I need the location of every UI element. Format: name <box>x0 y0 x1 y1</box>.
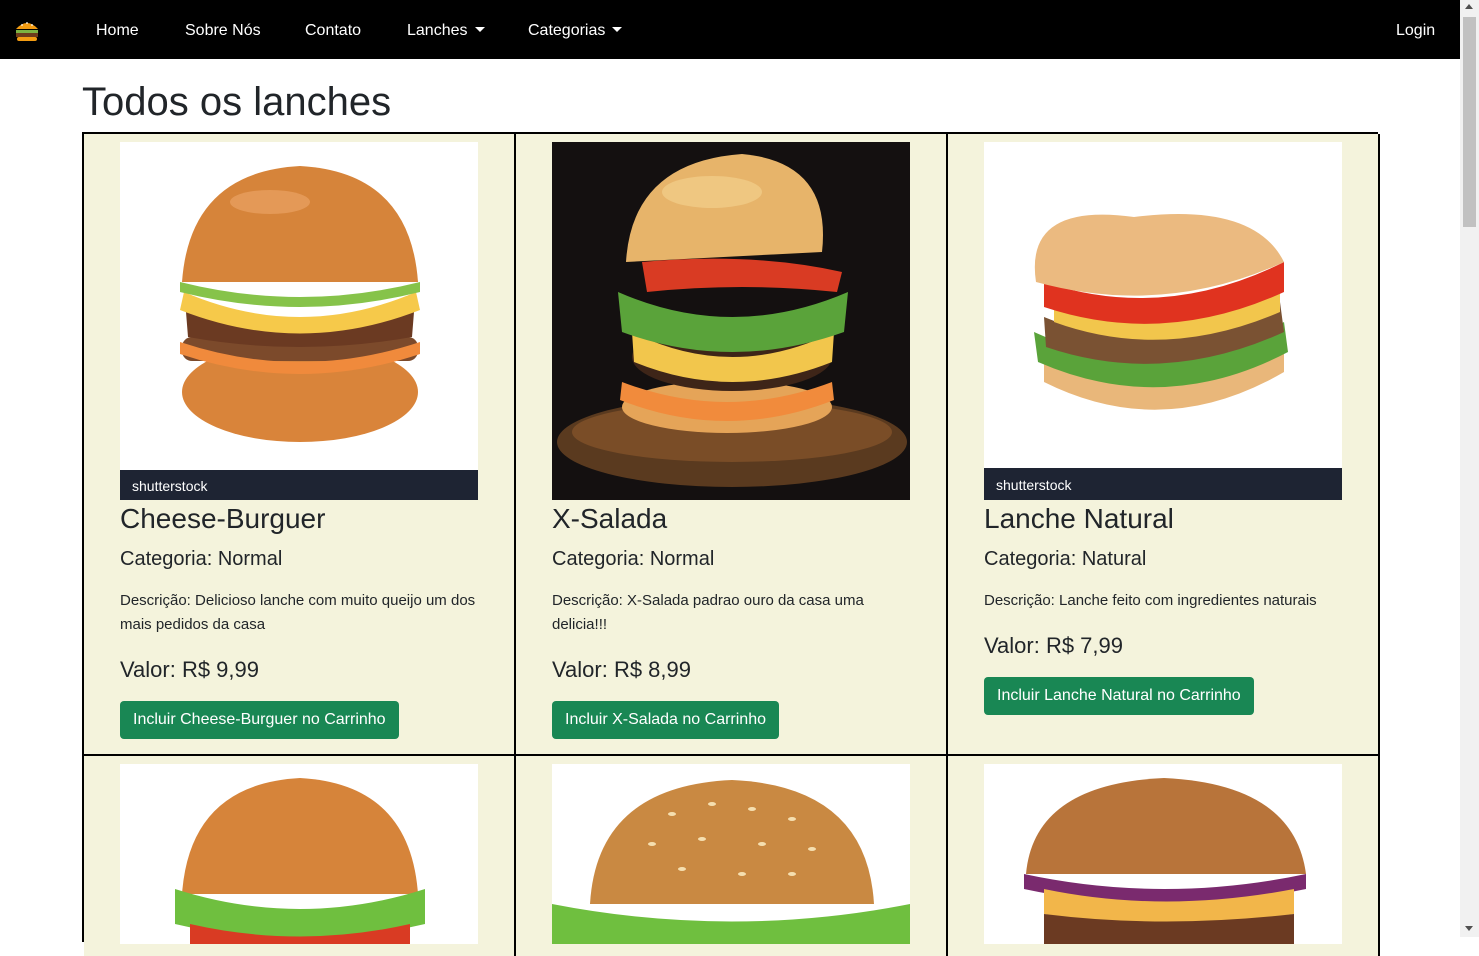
nav-login[interactable]: Login <box>1396 0 1435 59</box>
image-watermark: shutterstock <box>996 477 1072 493</box>
lanche-card <box>516 756 948 956</box>
scroll-up-arrow-icon[interactable] <box>1465 4 1473 9</box>
add-to-cart-button[interactable]: Incluir X-Salada no Carrinho <box>552 701 779 739</box>
add-to-cart-button[interactable]: Incluir Cheese-Burguer no Carrinho <box>120 701 399 739</box>
lanche-price: Valor: R$ 9,99 <box>120 657 260 682</box>
lanche-name: Lanche Natural <box>984 503 1174 534</box>
lanche-name: Cheese-Burguer <box>120 503 326 534</box>
lanche-card: shutterstock Cheese-Burguer Categoria: N… <box>84 134 516 756</box>
navbar: Home Sobre Nós Contato Lanches Categoria… <box>0 0 1460 59</box>
chevron-down-icon <box>612 27 623 32</box>
image-watermark: shutterstock <box>132 478 208 494</box>
lanche-name: X-Salada <box>552 503 668 534</box>
lanche-category: Categoria: Natural <box>984 548 1147 570</box>
add-to-cart-button[interactable]: Incluir Lanche Natural no Carrinho <box>984 677 1254 715</box>
nav-lanches-label: Lanches <box>407 22 468 39</box>
lanche-image <box>552 764 910 944</box>
lanche-category: Categoria: Normal <box>120 548 283 570</box>
burger-logo-icon[interactable] <box>14 17 40 43</box>
lanche-card: X-Salada Categoria: Normal Descrição: X-… <box>516 134 948 756</box>
lanche-description: Descrição: Lanche feito com ingredientes… <box>984 592 1317 609</box>
lanche-image <box>120 764 478 944</box>
chevron-down-icon <box>474 27 485 32</box>
lanche-description: Descrição: X-Salada padrao ouro da casa … <box>552 592 864 633</box>
lanches-grid: shutterstock Cheese-Burguer Categoria: N… <box>82 132 1380 956</box>
scroll-down-arrow-icon[interactable] <box>1465 926 1473 931</box>
lanche-category: Categoria: Normal <box>552 548 715 570</box>
lanche-price: Valor: R$ 8,99 <box>552 657 692 682</box>
nav-categorias-dropdown[interactable]: Categorias <box>528 0 623 59</box>
page-title: Todos os lanches <box>82 80 392 124</box>
nav-contato[interactable]: Contato <box>305 0 361 59</box>
lanche-card <box>84 756 516 956</box>
nav-home[interactable]: Home <box>96 0 139 59</box>
lanche-image: shutterstock <box>984 142 1342 500</box>
page-scrollbar[interactable] <box>1460 0 1479 937</box>
nav-categorias-label: Categorias <box>528 22 606 39</box>
lanche-image: shutterstock <box>120 142 478 500</box>
lanche-card <box>948 756 1380 956</box>
lanche-image <box>984 764 1342 944</box>
lanche-image <box>552 142 910 500</box>
lanche-description: Descrição: Delicioso lanche com muito qu… <box>120 592 476 633</box>
nav-sobre-nos[interactable]: Sobre Nós <box>185 0 261 59</box>
lanche-card: shutterstock Lanche Natural Categoria: N… <box>948 134 1380 756</box>
scroll-thumb[interactable] <box>1463 17 1476 227</box>
nav-lanches-dropdown[interactable]: Lanches <box>407 0 485 59</box>
lanche-price: Valor: R$ 7,99 <box>984 633 1124 658</box>
